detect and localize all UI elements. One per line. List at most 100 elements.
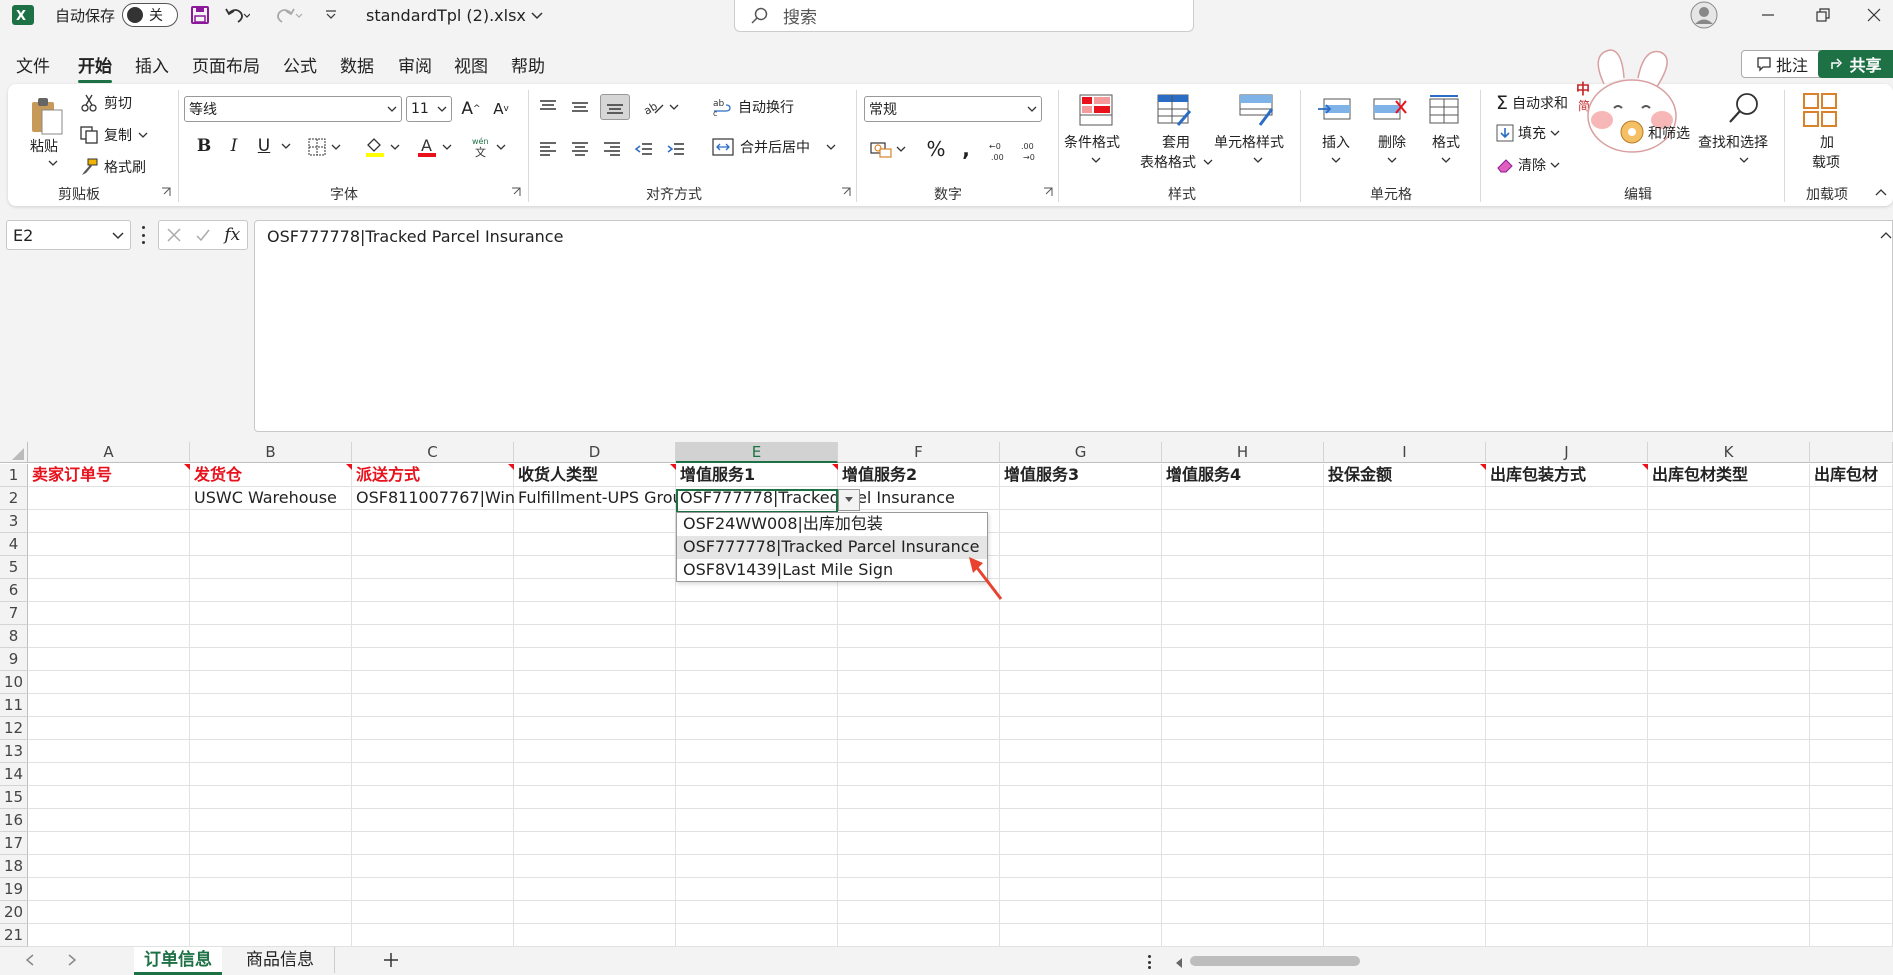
format-cells-icon[interactable] [1424, 92, 1464, 128]
fill-color-button[interactable] [360, 136, 404, 158]
column-header[interactable]: K [1648, 442, 1810, 463]
clear-button[interactable]: 清除 [1496, 154, 1560, 176]
undo-icon[interactable] [224, 0, 250, 30]
insert-cells-icon[interactable] [1314, 92, 1354, 128]
formula-input[interactable]: OSF777778|Tracked Parcel Insurance [254, 220, 1893, 432]
close-icon[interactable] [1866, 0, 1882, 30]
column-header[interactable] [1810, 442, 1893, 463]
sort-filter-button[interactable]: 和筛选 [1648, 122, 1690, 144]
increase-decimal-icon[interactable]: ←0.00 [986, 138, 1012, 164]
align-left-icon[interactable] [536, 138, 560, 160]
addins-label-2[interactable]: 载项 [1812, 152, 1840, 172]
row-header[interactable]: 21 [0, 924, 28, 947]
underline-button[interactable]: U [254, 134, 274, 158]
comma-style-icon[interactable]: , [956, 137, 976, 161]
chevron-down-icon[interactable] [1738, 154, 1750, 166]
data-cell[interactable] [1162, 487, 1324, 510]
header-cell[interactable]: 发货仓 [190, 464, 352, 487]
header-cell[interactable]: 增值服务2 [838, 464, 1000, 487]
search-box[interactable]: 搜索 [734, 0, 1194, 32]
column-header[interactable]: I [1324, 442, 1486, 463]
paste-dropdown-icon[interactable] [46, 156, 60, 170]
format-as-table-label-1[interactable]: 套用 [1162, 132, 1190, 152]
header-cell[interactable]: 出库包材类型 [1648, 464, 1810, 487]
chevron-down-icon[interactable] [1202, 156, 1214, 168]
fill-button[interactable]: 填充 [1496, 122, 1560, 144]
italic-button[interactable]: I [224, 134, 244, 158]
paste-label[interactable]: 粘贴 [30, 136, 58, 156]
quick-access-customize-icon[interactable] [324, 0, 338, 30]
share-button[interactable]: 共享 [1818, 50, 1893, 78]
phonetic-guide-button[interactable]: wén 文 [466, 136, 510, 158]
format-as-table-label-2[interactable]: 表格格式 [1140, 152, 1196, 172]
data-cell[interactable] [1486, 487, 1648, 510]
row-header[interactable]: 13 [0, 740, 28, 763]
header-cell[interactable]: 增值服务1 [676, 464, 838, 487]
column-header[interactable]: H [1162, 442, 1324, 463]
dialog-launcher-icon[interactable] [840, 186, 852, 198]
data-cell[interactable]: OSF811007767|Winit [352, 487, 514, 510]
orientation-button[interactable]: ab [642, 96, 680, 118]
number-format-select[interactable]: 常规 [864, 96, 1042, 122]
delete-cells-icon[interactable] [1370, 92, 1410, 128]
data-cell[interactable] [1810, 487, 1893, 510]
cell-styles-icon[interactable] [1236, 92, 1276, 128]
align-middle-icon[interactable] [568, 96, 592, 118]
align-right-icon[interactable] [600, 138, 624, 160]
collapse-ribbon-icon[interactable] [1874, 186, 1888, 198]
data-cell[interactable] [1648, 487, 1810, 510]
insert-function-button[interactable]: fx [224, 225, 240, 245]
row-header[interactable]: 18 [0, 855, 28, 878]
autosave-toggle[interactable]: 关 [122, 0, 178, 30]
tab-home[interactable]: 开始 [78, 52, 112, 83]
wrap-text-button[interactable]: ab c 自动换行 [712, 96, 794, 118]
row-header[interactable]: 15 [0, 786, 28, 809]
row-header[interactable]: 12 [0, 717, 28, 740]
sheet-tab-orders[interactable]: 订单信息 [134, 947, 222, 975]
merge-center-button[interactable]: 合并后居中 [712, 136, 836, 158]
decrease-font-size-icon[interactable]: Av [490, 98, 512, 120]
data-cell[interactable] [28, 487, 190, 510]
data-cell[interactable]: USWC Warehouse [190, 487, 352, 510]
row-header[interactable]: 10 [0, 671, 28, 694]
file-name[interactable]: standardTpl (2).xlsx [366, 0, 544, 30]
row-header[interactable]: 14 [0, 763, 28, 786]
row-header[interactable]: 2 [0, 487, 28, 510]
find-select-icon[interactable] [1724, 90, 1764, 126]
collapse-formula-bar-icon[interactable] [1880, 226, 1892, 239]
autosum-button[interactable]: Σ 自动求和 [1496, 92, 1568, 114]
column-header[interactable]: C [352, 442, 514, 463]
dropdown-option-selected[interactable]: OSF777778|Tracked Parcel Insurance [677, 536, 987, 559]
add-sheet-icon[interactable] [382, 951, 400, 973]
chevron-down-icon[interactable] [1386, 154, 1398, 166]
tab-data[interactable]: 数据 [340, 52, 374, 77]
column-header[interactable]: G [1000, 442, 1162, 463]
insert-cells-label[interactable]: 插入 [1322, 132, 1350, 152]
enter-icon[interactable] [195, 227, 211, 243]
row-header[interactable]: 19 [0, 878, 28, 901]
header-cell[interactable]: 增值服务3 [1000, 464, 1162, 487]
chevron-down-icon[interactable] [1330, 154, 1342, 166]
row-header[interactable]: 7 [0, 602, 28, 625]
align-top-icon[interactable] [536, 96, 560, 118]
dropdown-arrow-button[interactable] [838, 489, 860, 511]
bold-button[interactable]: B [194, 134, 214, 158]
redo-icon[interactable] [274, 0, 304, 30]
row-header[interactable]: 9 [0, 648, 28, 671]
decrease-indent-icon[interactable] [632, 138, 656, 160]
font-name-select[interactable]: 等线 [184, 96, 402, 122]
row-header[interactable]: 5 [0, 556, 28, 579]
cell-e2[interactable]: OSF777778|Tracked I [676, 487, 838, 510]
header-cell[interactable]: 收货人类型 [514, 464, 676, 487]
delete-cells-label[interactable]: 删除 [1378, 132, 1406, 152]
row-header[interactable]: 17 [0, 832, 28, 855]
tab-formulas[interactable]: 公式 [283, 52, 317, 77]
save-icon[interactable] [190, 0, 210, 30]
header-cell[interactable]: 派送方式 [352, 464, 514, 487]
column-header[interactable]: J [1486, 442, 1648, 463]
column-header[interactable]: D [514, 442, 676, 463]
more-options-icon[interactable] [140, 226, 146, 244]
header-cell[interactable]: 增值服务4 [1162, 464, 1324, 487]
percent-style-icon[interactable]: % [924, 137, 948, 161]
borders-button[interactable] [304, 136, 344, 158]
